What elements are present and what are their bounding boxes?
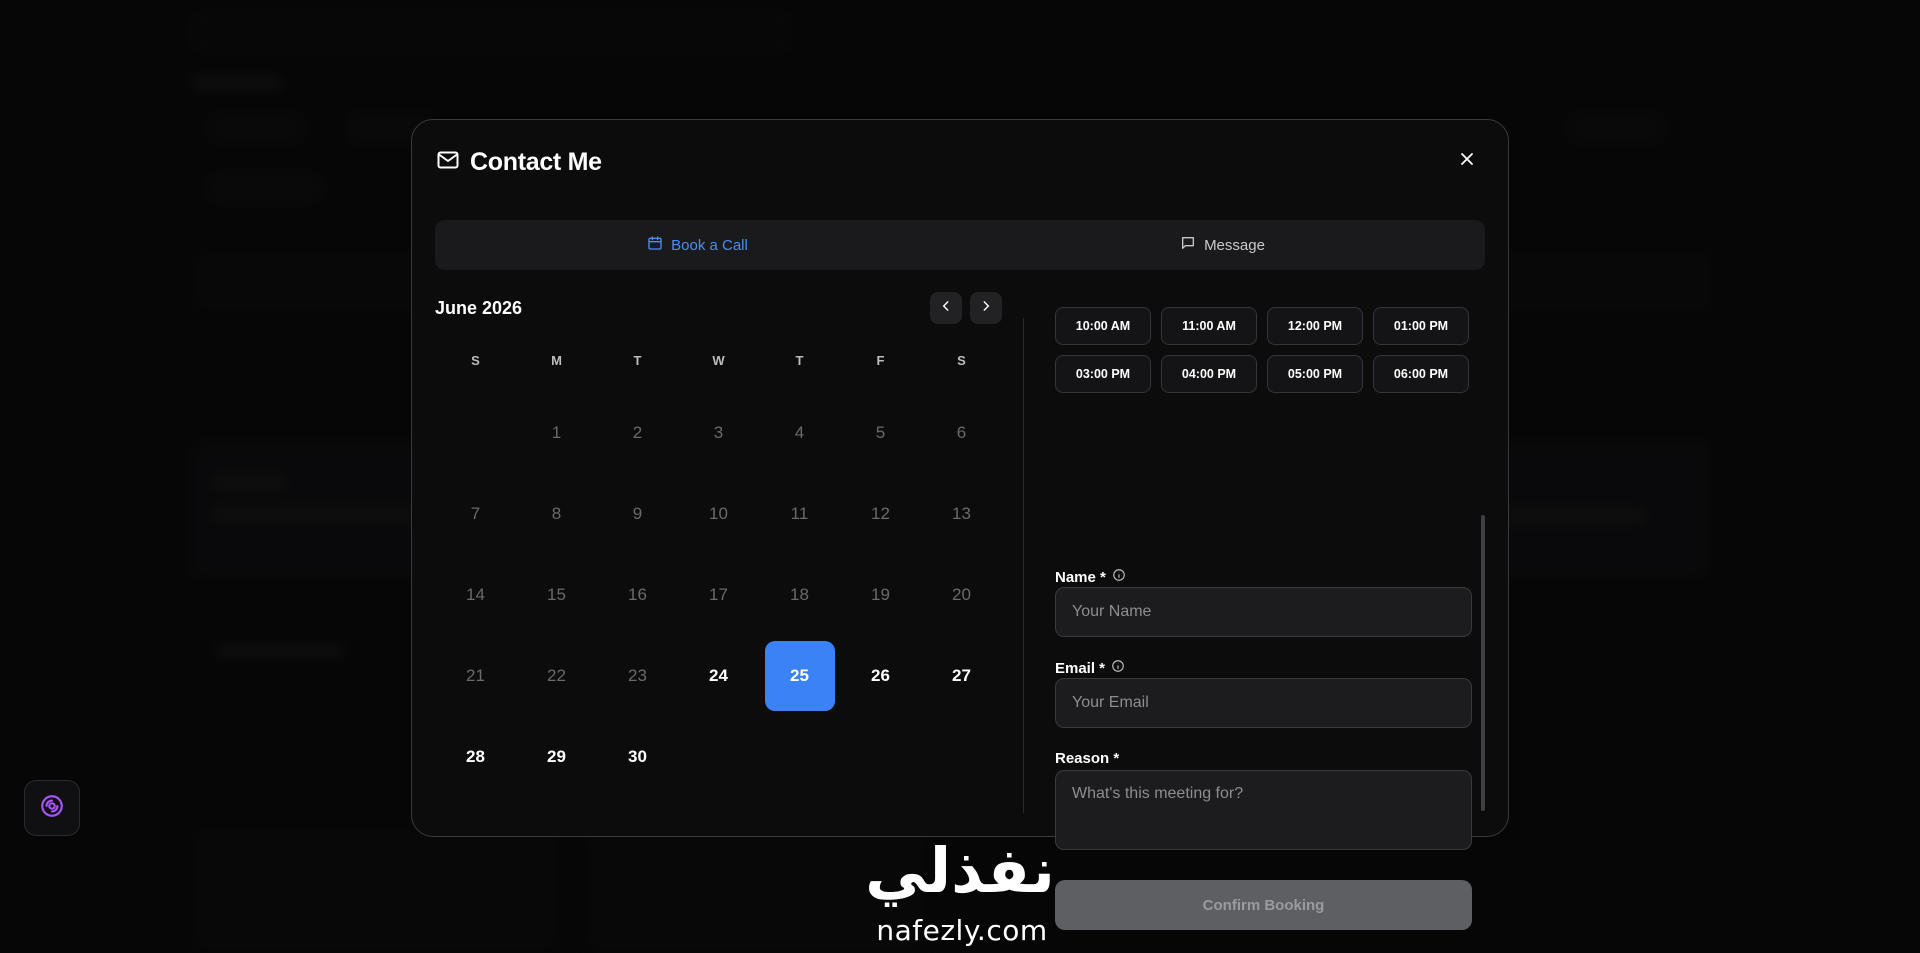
time-slot-button[interactable]: 12:00 PM [1267, 307, 1363, 345]
calendar-day: 20 [952, 585, 971, 604]
name-input[interactable] [1055, 587, 1472, 637]
email-label: Email * [1055, 659, 1125, 677]
tab-message[interactable]: Message [960, 220, 1485, 270]
calendar-day: 4 [794, 423, 805, 442]
calendar-day[interactable]: 28 [441, 722, 511, 792]
column-divider [1023, 318, 1024, 813]
calendar-day: 15 [547, 585, 566, 604]
calendar-day: 9 [632, 504, 643, 523]
name-label-text: Name * [1055, 568, 1106, 586]
calendar-day: 11 [790, 504, 809, 523]
calendar-day: 17 [709, 585, 728, 604]
calendar-day-selected[interactable]: 25 [764, 641, 835, 711]
calendar-day: 18 [790, 585, 809, 604]
calendar-month-label: June 2026 [435, 298, 523, 318]
message-square-icon [1180, 235, 1196, 255]
modal-title: Contact Me [470, 148, 602, 176]
tab-label: Book a Call [671, 236, 748, 254]
calendar-day: 22 [547, 666, 566, 685]
email-input[interactable] [1055, 678, 1472, 728]
calendar-day: 5 [875, 423, 886, 442]
prev-month-button[interactable] [930, 292, 962, 324]
confirm-booking-button[interactable]: Confirm Booking [1055, 880, 1472, 930]
reason-label: Reason * [1055, 750, 1120, 767]
calendar-day: 13 [952, 504, 971, 523]
watermark-logo: نفذلي [850, 830, 1070, 910]
contact-tabs: Book a Call Message [435, 220, 1485, 270]
chevron-left-icon [939, 299, 953, 318]
calendar-day: 7 [470, 504, 481, 523]
weekday-label: F [876, 353, 885, 368]
tab-label: Message [1204, 236, 1265, 254]
calendar-day: 1 [551, 423, 562, 442]
weekday-label: T [633, 353, 642, 368]
calendar-day: 3 [713, 423, 724, 442]
name-label: Name * [1055, 568, 1126, 586]
weekday-label: M [551, 353, 562, 368]
calendar-day: 19 [871, 585, 890, 604]
tab-book-a-call[interactable]: Book a Call [435, 220, 960, 270]
calendar-day[interactable]: 29 [522, 722, 592, 792]
reason-textarea[interactable] [1055, 770, 1472, 850]
time-slot-button[interactable]: 11:00 AM [1161, 307, 1257, 345]
calendar-day: 6 [956, 423, 967, 442]
contact-modal: Contact Me Book a Call Message June 2026… [411, 119, 1509, 930]
time-slot-button[interactable]: 06:00 PM [1373, 355, 1469, 393]
weekday-label: W [712, 353, 725, 368]
disc-icon [39, 793, 65, 824]
weekday-label: S [957, 353, 966, 368]
calendar-day: 23 [628, 666, 647, 685]
email-label-text: Email * [1055, 659, 1106, 677]
info-icon [1112, 568, 1126, 586]
calendar-day[interactable]: 24 [684, 641, 754, 711]
modal-header: Contact Me [436, 148, 602, 177]
calendar-icon [647, 235, 663, 255]
time-slot-button[interactable]: 04:00 PM [1161, 355, 1257, 393]
calendar-day: 8 [551, 504, 562, 523]
calendar-day: 10 [709, 504, 728, 523]
calendar-day[interactable]: 30 [603, 722, 673, 792]
calendar-day: 2 [632, 423, 643, 442]
calendar-day[interactable]: 27 [927, 641, 997, 711]
time-slot-button[interactable]: 10:00 AM [1055, 307, 1151, 345]
watermark-arabic: نفذلي [865, 834, 1055, 907]
mail-icon [436, 148, 460, 177]
info-icon [1111, 659, 1125, 677]
weekday-label: S [471, 353, 480, 368]
time-slot-button[interactable]: 01:00 PM [1373, 307, 1469, 345]
next-month-button[interactable] [970, 292, 1002, 324]
time-slot-button[interactable]: 03:00 PM [1055, 355, 1151, 393]
calendar-day: 16 [628, 585, 647, 604]
close-button[interactable] [1456, 150, 1478, 172]
floating-widget-button[interactable] [24, 780, 80, 836]
calendar-day: 14 [466, 585, 485, 604]
weekday-label: T [795, 353, 804, 368]
calendar-day: 12 [871, 504, 890, 523]
time-slot-button[interactable]: 05:00 PM [1267, 355, 1363, 393]
chevron-right-icon [979, 299, 993, 318]
calendar-day[interactable]: 26 [846, 641, 916, 711]
calendar-day: 21 [466, 666, 485, 685]
form-scrollbar[interactable] [1481, 515, 1485, 811]
watermark-url: nafezly.com [876, 914, 1048, 947]
close-icon [1459, 151, 1475, 172]
